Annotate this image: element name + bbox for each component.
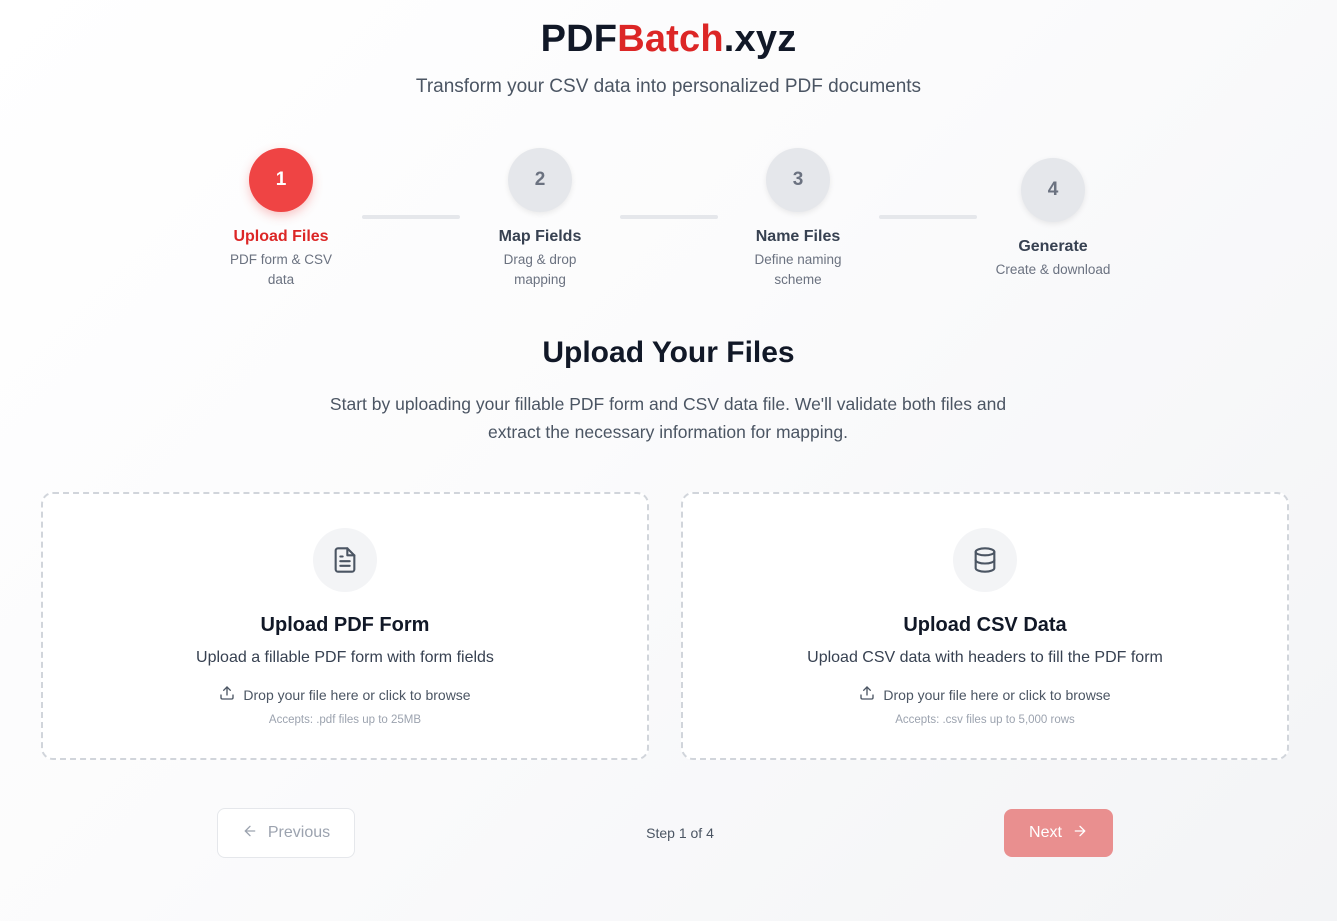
file-text-icon: [313, 528, 377, 592]
step-generate[interactable]: 4 Generate Create & download: [978, 158, 1128, 280]
drop-hint: Drop your file here or click to browse: [43, 685, 647, 704]
step-indicator: Step 1 of 4: [646, 825, 714, 841]
accepts-note: Accepts: .csv files up to 5,000 rows: [895, 714, 1075, 726]
card-title: Upload PDF Form: [260, 614, 430, 636]
step-connector: [879, 215, 977, 219]
previous-button-label: Previous: [267, 824, 331, 841]
pdf-upload-dropzone[interactable]: Upload PDF Form Upload a fillable PDF fo…: [41, 492, 649, 760]
brand-part-pdf: PDF: [540, 18, 618, 60]
step-title: Name Files: [755, 228, 841, 245]
next-button[interactable]: Next: [1004, 809, 1113, 857]
step-title: Map Fields: [498, 228, 582, 245]
step-subtitle: Define naming scheme: [754, 252, 842, 287]
arrow-left-icon: [242, 823, 258, 844]
card-description: Upload CSV data with headers to fill the…: [807, 649, 1163, 666]
step-connector: [362, 215, 460, 219]
step-number-circle: 3: [766, 148, 830, 212]
step-title: Upload Files: [233, 228, 329, 245]
brand-part-batch: Batch: [617, 18, 724, 60]
drop-hint: Drop your file here or click to browse: [683, 685, 1287, 704]
upload-icon: [859, 685, 875, 704]
step-subtitle: Create & download: [995, 262, 1111, 277]
section-description: Start by uploading your fillable PDF for…: [329, 394, 1007, 442]
step-subtitle: PDF form & CSV data: [229, 252, 332, 287]
card-title: Upload CSV Data: [903, 614, 1067, 636]
card-description: Upload a fillable PDF form with form fie…: [196, 649, 494, 666]
drop-hint-text: Drop your file here or click to browse: [243, 686, 471, 703]
step-connector: [620, 215, 718, 219]
brand-part-domain: .xyz: [723, 18, 797, 60]
next-button-label: Next: [1029, 824, 1062, 841]
drop-hint-text: Drop your file here or click to browse: [883, 686, 1111, 703]
step-subtitle: Drag & drop mapping: [503, 252, 577, 287]
accepts-note: Accepts: .pdf files up to 25MB: [268, 714, 422, 726]
upload-icon: [219, 685, 235, 704]
step-name-files[interactable]: 3 Name Files Define naming scheme: [733, 148, 863, 290]
step-title: Generate: [1018, 238, 1088, 255]
step-map-fields[interactable]: 2 Map Fields Drag & drop mapping: [475, 148, 605, 290]
step-upload-files[interactable]: 1 Upload Files PDF form & CSV data: [216, 148, 346, 290]
csv-upload-dropzone[interactable]: Upload CSV Data Upload CSV data with hea…: [681, 492, 1289, 760]
step-number-circle: 4: [1021, 158, 1085, 222]
arrow-right-icon: [1072, 823, 1088, 844]
section-title: Upload Your Files: [542, 336, 795, 369]
step-number-circle: 2: [508, 148, 572, 212]
previous-button[interactable]: Previous: [217, 808, 355, 858]
brand-logo: PDFBatch.xyz: [0, 18, 1337, 61]
tagline: Transform your CSV data into personalize…: [415, 76, 922, 97]
database-icon: [953, 528, 1017, 592]
step-number-circle: 1: [249, 148, 313, 212]
